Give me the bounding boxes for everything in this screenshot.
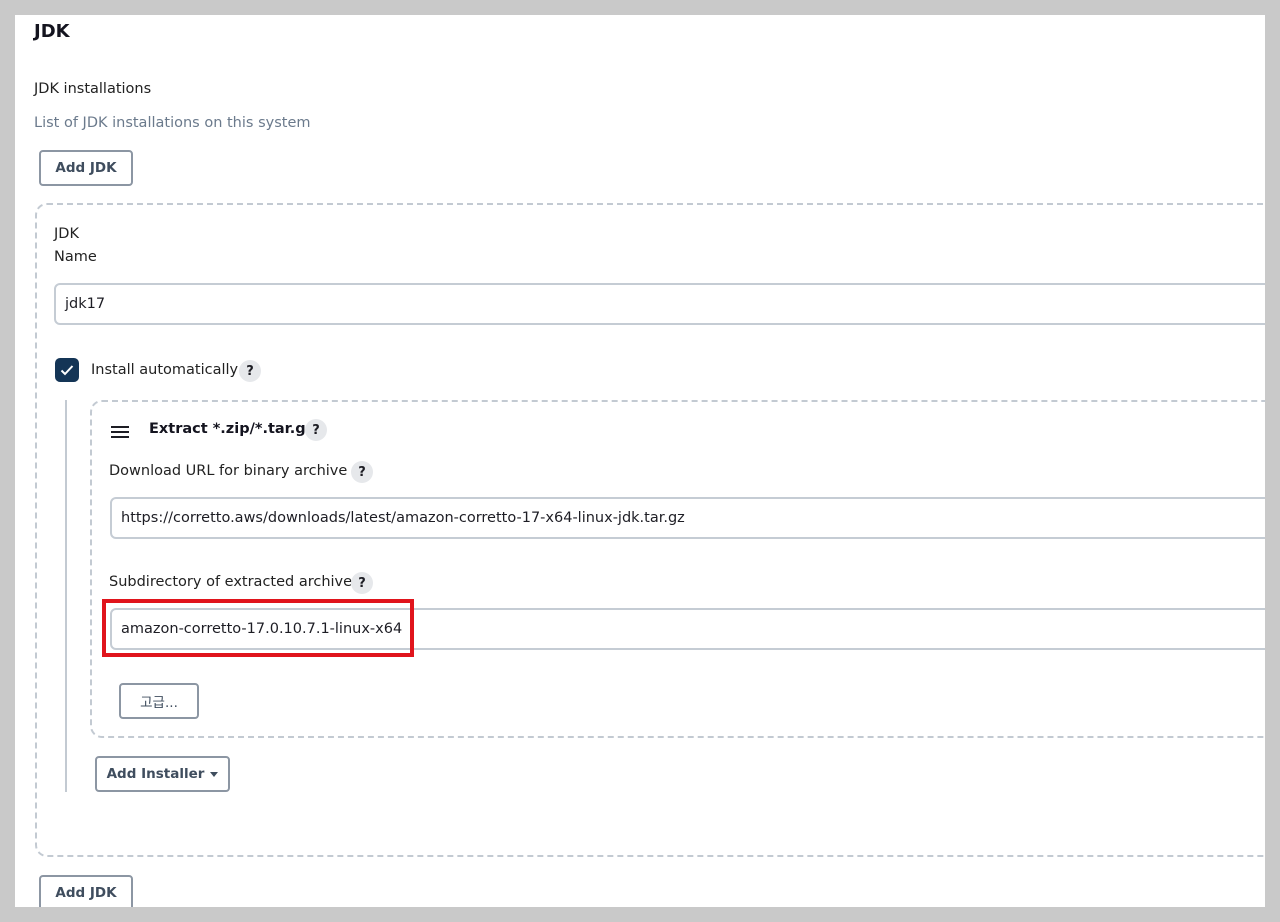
jdk-installations-description: List of JDK installations on this system bbox=[34, 115, 311, 131]
add-installer-button[interactable]: Add Installer bbox=[95, 756, 230, 792]
help-icon[interactable]: ? bbox=[305, 419, 327, 441]
check-icon bbox=[60, 365, 74, 376]
drag-handle-icon[interactable] bbox=[111, 426, 129, 438]
highlight-box bbox=[102, 599, 414, 657]
download-url-label: Download URL for binary archive bbox=[109, 463, 348, 479]
subdirectory-label: Subdirectory of extracted archive bbox=[109, 574, 353, 590]
install-automatically-label: Install automatically bbox=[91, 362, 239, 378]
installer-container bbox=[90, 400, 1265, 738]
section-title: JDK bbox=[34, 21, 70, 42]
jdk-installations-label: JDK installations bbox=[34, 81, 152, 97]
jdk-config-panel: JDK JDK installations List of JDK instal… bbox=[15, 15, 1265, 907]
install-automatically-checkbox[interactable] bbox=[55, 358, 79, 382]
jdk-entry-header: JDK bbox=[54, 226, 79, 242]
advanced-button[interactable]: 고급... bbox=[119, 683, 199, 719]
help-icon[interactable]: ? bbox=[239, 360, 261, 382]
installer-nest-line bbox=[65, 400, 67, 792]
add-jdk-button-bottom[interactable]: Add JDK bbox=[39, 875, 133, 907]
installer-title: Extract *.zip/*.tar.gz bbox=[149, 421, 315, 437]
download-url-input[interactable]: https://corretto.aws/downloads/latest/am… bbox=[110, 497, 1265, 539]
jdk-name-label: Name bbox=[54, 249, 97, 265]
add-installer-label: Add Installer bbox=[106, 766, 205, 782]
add-jdk-button-top[interactable]: Add JDK bbox=[39, 150, 133, 186]
jdk-name-input[interactable]: jdk17 bbox=[54, 283, 1265, 325]
help-icon[interactable]: ? bbox=[351, 572, 373, 594]
help-icon[interactable]: ? bbox=[351, 461, 373, 483]
caret-down-icon bbox=[210, 772, 219, 777]
